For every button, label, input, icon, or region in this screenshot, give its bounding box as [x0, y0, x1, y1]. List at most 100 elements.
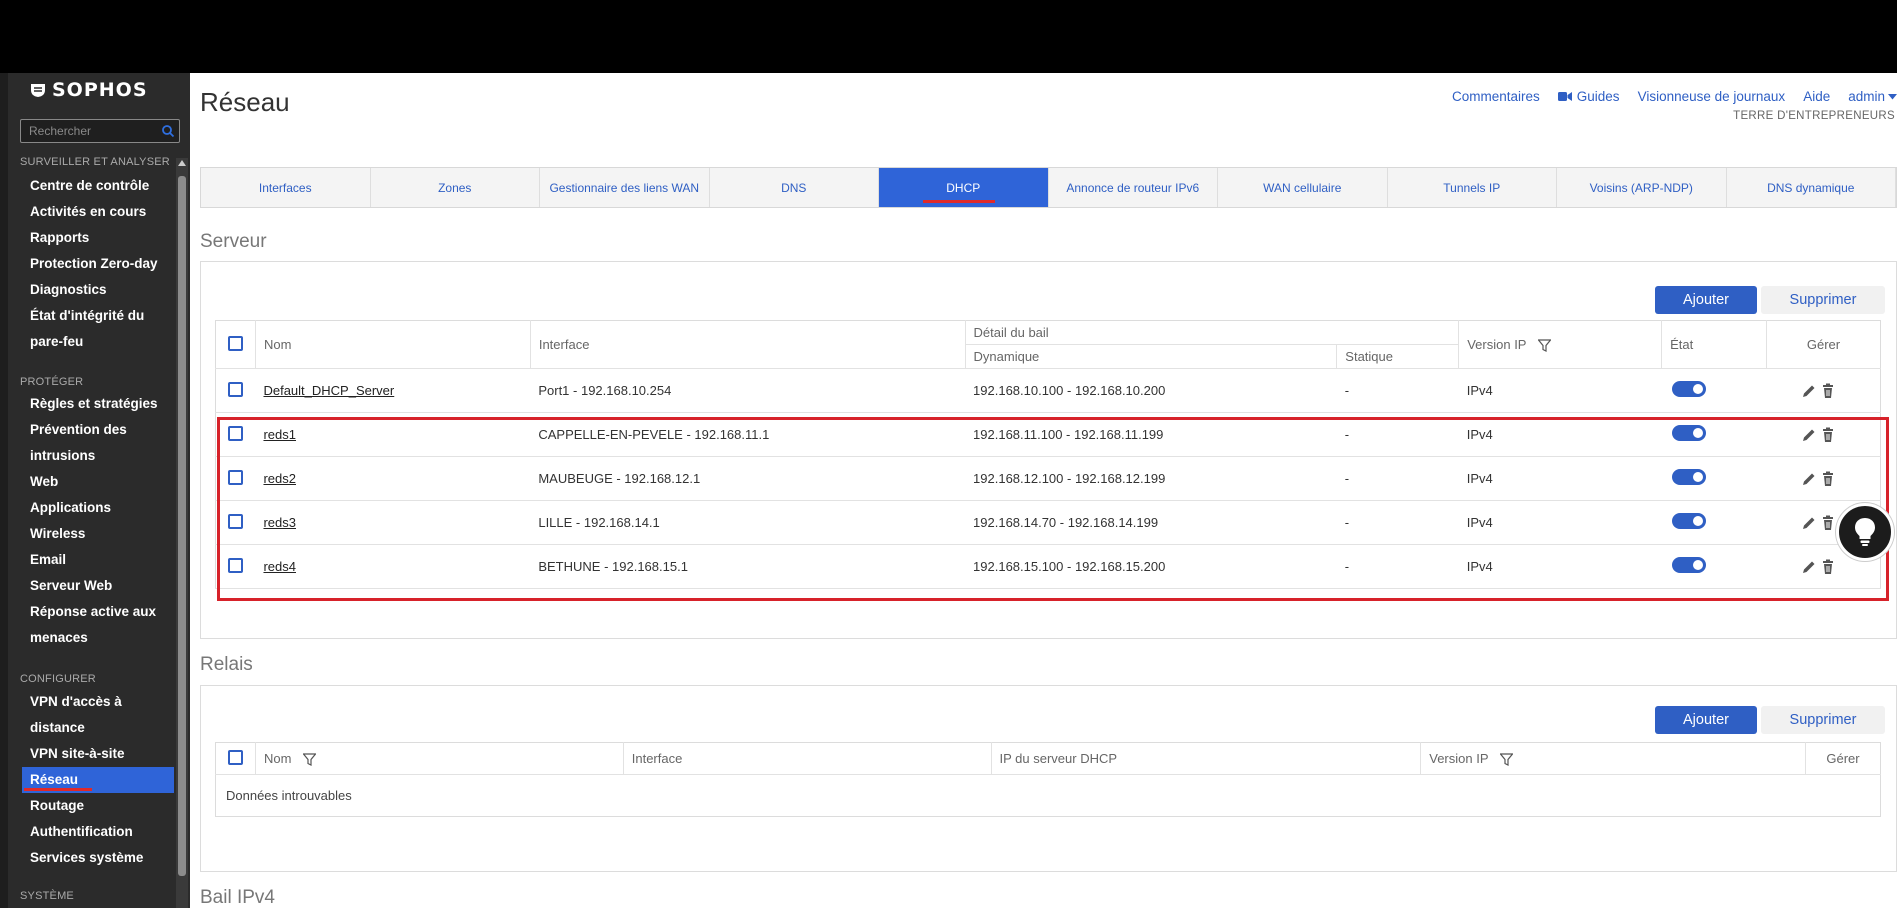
admin-menu[interactable]: admin — [1848, 89, 1897, 104]
relay-interface-column-header[interactable]: Interface — [623, 742, 992, 775]
sidebar-item-health[interactable]: État d'intégrité du — [22, 303, 174, 329]
sidebar-item-zero-day[interactable]: Protection Zero-day — [22, 251, 174, 277]
relay-delete-button[interactable]: Supprimer — [1761, 706, 1885, 734]
sidebar-item-remote-vpn-cont[interactable]: distance — [22, 715, 174, 741]
ip-version-cell: IPv4 — [1458, 368, 1662, 413]
sidebar-item-authentication[interactable]: Authentification — [22, 819, 174, 845]
section-protect: PROTÉGER — [20, 376, 84, 388]
search-icon[interactable] — [161, 124, 175, 138]
table-row: reds1 CAPPELLE-EN-PEVELE - 192.168.11.1 … — [215, 412, 1881, 457]
server-name-link[interactable]: reds1 — [263, 427, 296, 442]
server-name-link[interactable]: Default_DHCP_Server — [263, 383, 394, 398]
edit-icon[interactable] — [1801, 427, 1817, 443]
sidebar-item-active-response[interactable]: Réponse active aux — [22, 599, 174, 625]
sidebar-item-network[interactable]: Réseau — [22, 767, 174, 793]
help-link[interactable]: Aide — [1803, 89, 1830, 104]
sidebar-item-site-vpn[interactable]: VPN site-à-site — [22, 741, 174, 767]
dynamic-column-header[interactable]: Dynamique — [965, 344, 1338, 369]
help-assistant-button[interactable] — [1836, 503, 1894, 561]
server-name-link[interactable]: reds2 — [263, 471, 296, 486]
filter-icon[interactable] — [1499, 753, 1514, 767]
row-checkbox[interactable] — [228, 381, 244, 397]
sidebar-item-rules[interactable]: Règles et stratégies — [22, 391, 174, 417]
state-toggle[interactable] — [1671, 381, 1706, 397]
server-add-button[interactable]: Ajouter — [1655, 286, 1757, 314]
tab-neighbors[interactable]: Voisins (ARP-NDP) — [1557, 168, 1727, 207]
sidebar-search[interactable] — [20, 119, 180, 143]
sidebar-item-ips-cont[interactable]: intrusions — [22, 443, 174, 469]
sidebar-item-web-server[interactable]: Serveur Web — [22, 573, 174, 599]
row-checkbox[interactable] — [228, 425, 244, 441]
delete-icon[interactable] — [1820, 427, 1836, 443]
relay-dhcp-server-ip-header[interactable]: IP du serveur DHCP — [991, 742, 1422, 775]
table-row: reds3 LILLE - 192.168.14.1 192.168.14.70… — [215, 500, 1881, 545]
interface-column-header[interactable]: Interface — [530, 320, 966, 369]
sidebar-item-email[interactable]: Email — [22, 547, 174, 573]
state-toggle[interactable] — [1671, 513, 1706, 529]
static-column-header[interactable]: Statique — [1336, 344, 1460, 369]
sidebar-item-web[interactable]: Web — [22, 469, 174, 495]
edit-icon[interactable] — [1801, 383, 1817, 399]
sidebar-item-diagnostics[interactable]: Diagnostics — [22, 277, 174, 303]
tab-zones[interactable]: Zones — [371, 168, 540, 207]
tab-cellular-wan[interactable]: WAN cellulaire — [1218, 168, 1388, 207]
server-name-link[interactable]: reds4 — [263, 559, 296, 574]
tab-dynamic-dns[interactable]: DNS dynamique — [1727, 168, 1896, 207]
delete-icon[interactable] — [1820, 383, 1836, 399]
row-checkbox[interactable] — [228, 557, 244, 573]
tab-dhcp[interactable]: DHCP — [879, 168, 1049, 207]
sidebar-item-control-center[interactable]: Centre de contrôle — [22, 173, 174, 199]
caret-down-icon — [1888, 93, 1897, 99]
sidebar-item-remote-vpn[interactable]: VPN d'accès à — [22, 689, 174, 715]
select-all-checkbox[interactable] — [227, 335, 243, 351]
delete-icon[interactable] — [1820, 515, 1836, 531]
name-column-header[interactable]: Nom — [255, 320, 531, 369]
relay-add-button[interactable]: Ajouter — [1655, 706, 1757, 734]
guides-link[interactable]: Guides — [1557, 89, 1620, 104]
sophos-logo[interactable]: SOPHOS — [30, 79, 148, 101]
tab-wan-link-manager[interactable]: Gestionnaire des liens WAN — [540, 168, 710, 207]
relay-table: Nom Interface IP du serveur DHCP Version… — [215, 742, 1881, 817]
sidebar-item-system-services[interactable]: Services système — [22, 845, 174, 871]
relay-select-all-header — [215, 742, 256, 775]
sidebar-item-reports[interactable]: Rapports — [22, 225, 174, 251]
select-all-checkbox[interactable] — [227, 749, 243, 765]
search-input[interactable] — [29, 124, 149, 138]
state-toggle[interactable] — [1671, 557, 1706, 573]
sidebar-item-wireless[interactable]: Wireless — [22, 521, 174, 547]
sidebar-item-ips[interactable]: Prévention des — [22, 417, 174, 443]
sidebar-item-current-activities[interactable]: Activités en cours — [22, 199, 174, 225]
sidebar-item-applications[interactable]: Applications — [22, 495, 174, 521]
tab-dns[interactable]: DNS — [710, 168, 879, 207]
relay-name-column-header[interactable]: Nom — [255, 742, 624, 775]
scroll-up-icon[interactable] — [178, 160, 186, 166]
delete-icon[interactable] — [1820, 471, 1836, 487]
main-content: Réseau Commentaires Guides Visionneuse d… — [190, 73, 1897, 908]
edit-icon[interactable] — [1801, 515, 1817, 531]
tab-interfaces[interactable]: Interfaces — [201, 168, 371, 207]
row-checkbox[interactable] — [228, 513, 244, 529]
tab-ip-tunnels[interactable]: Tunnels IP — [1388, 168, 1557, 207]
filter-icon[interactable] — [302, 753, 317, 767]
delete-icon[interactable] — [1820, 559, 1836, 575]
empty-row: Données introuvables — [216, 775, 1881, 817]
sidebar-item-health-cont[interactable]: pare-feu — [22, 329, 174, 355]
server-name-link[interactable]: reds3 — [263, 515, 296, 530]
state-toggle[interactable] — [1671, 425, 1706, 441]
sidebar-item-routing[interactable]: Routage — [22, 793, 174, 819]
row-checkbox[interactable] — [228, 469, 244, 485]
tab-ipv6-router-advertisement[interactable]: Annonce de routeur IPv6 — [1049, 168, 1218, 207]
sidebar-item-active-response-cont[interactable]: menaces — [22, 625, 174, 651]
server-delete-button[interactable]: Supprimer — [1761, 286, 1885, 314]
relay-ip-version-column-header[interactable]: Version IP — [1420, 742, 1806, 775]
scrollbar-thumb[interactable] — [178, 176, 186, 876]
dynamic-range-cell: 192.168.15.100 - 192.168.15.200 — [965, 544, 1337, 589]
filter-icon[interactable] — [1537, 339, 1552, 353]
edit-icon[interactable] — [1801, 471, 1817, 487]
ip-version-column-header[interactable]: Version IP — [1458, 320, 1663, 369]
comments-link[interactable]: Commentaires — [1452, 89, 1540, 104]
state-toggle[interactable] — [1671, 469, 1706, 485]
log-viewer-link[interactable]: Visionneuse de journaux — [1638, 89, 1786, 104]
edit-icon[interactable] — [1801, 559, 1817, 575]
sidebar-scrollbar[interactable] — [176, 158, 188, 908]
